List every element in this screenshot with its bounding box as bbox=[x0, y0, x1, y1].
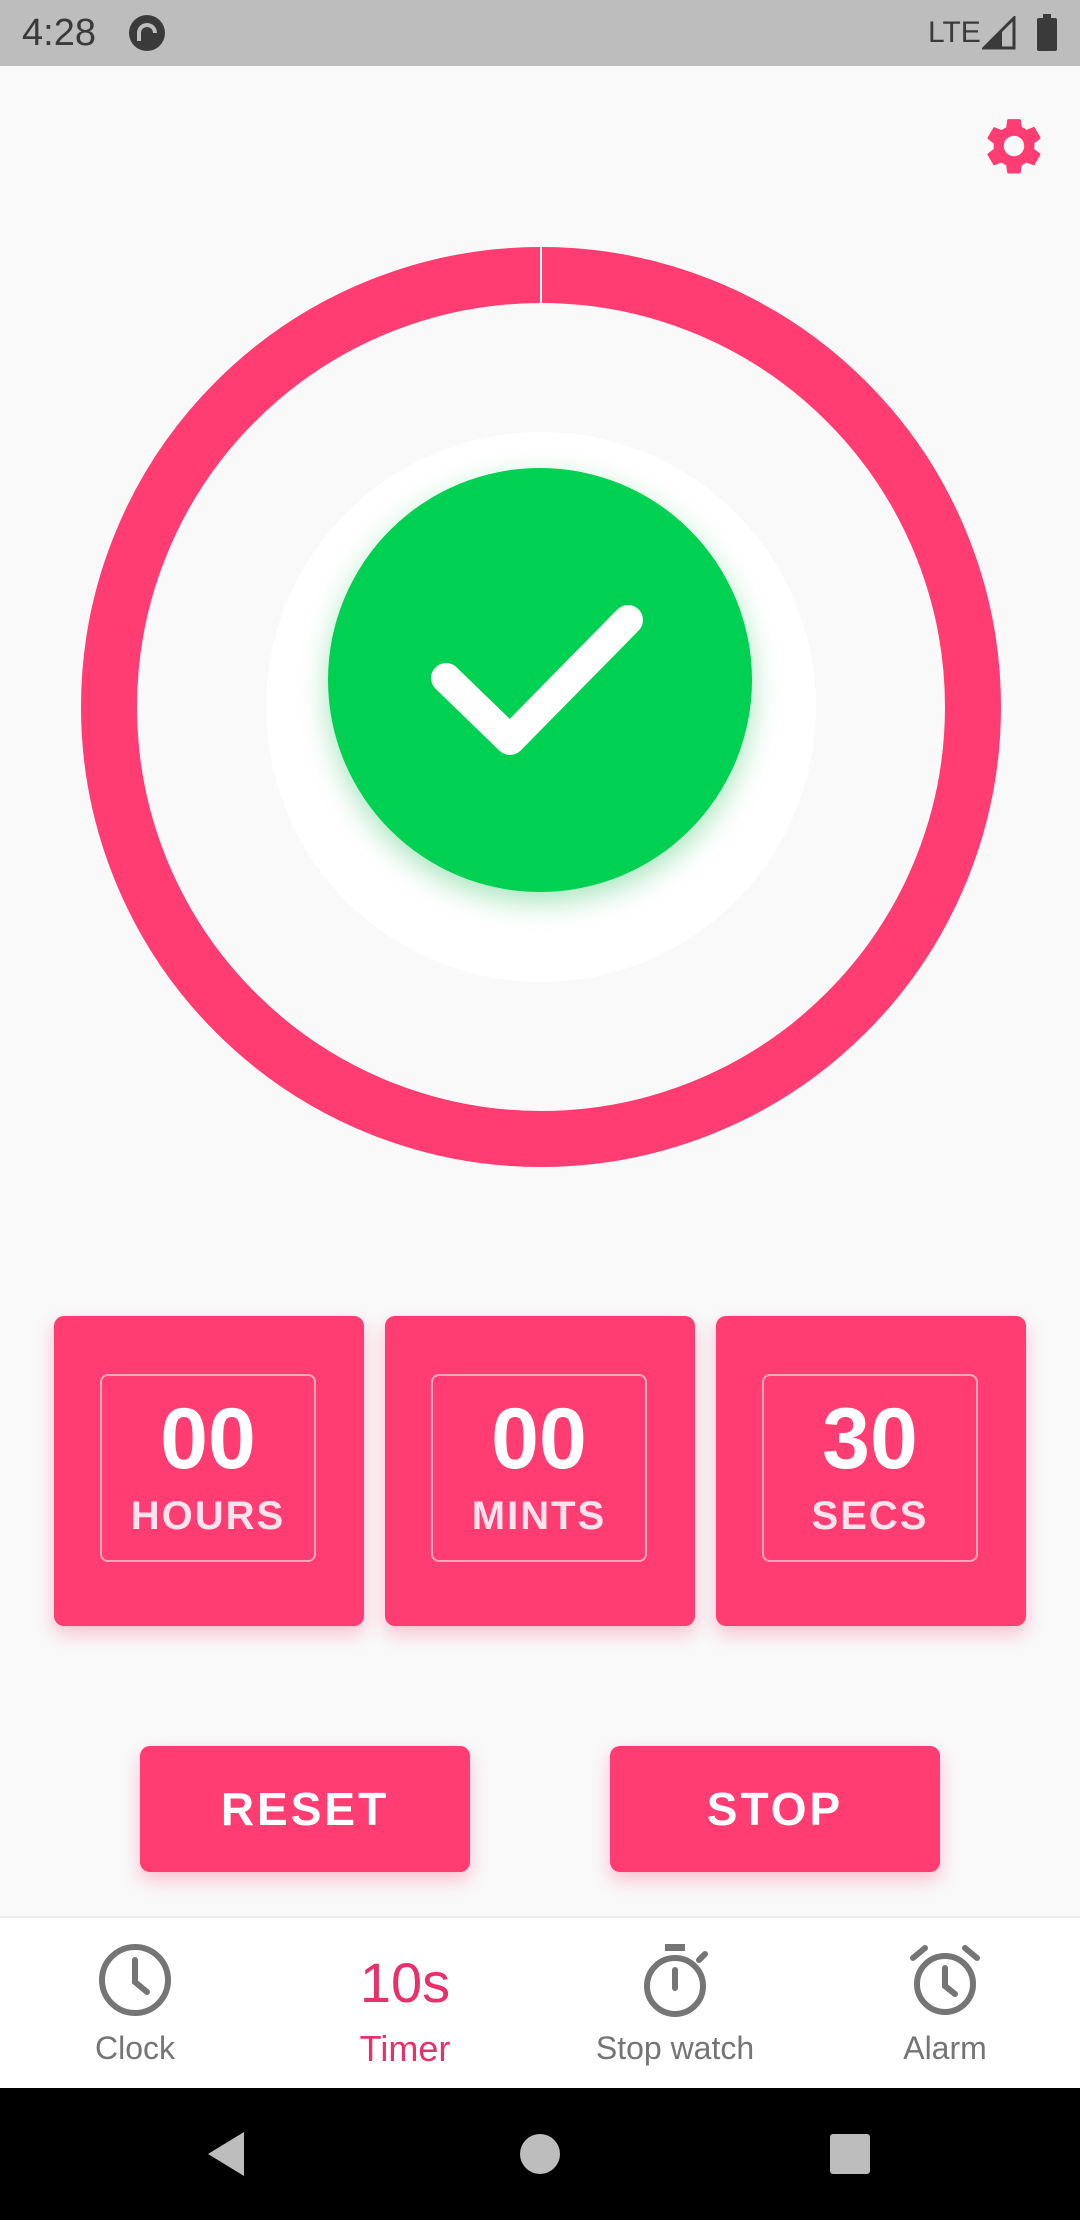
nav-item-stopwatch[interactable]: Stop watch bbox=[540, 1918, 810, 2090]
minutes-card: 00 MINTS bbox=[385, 1316, 695, 1626]
hours-label: HOURS bbox=[130, 1494, 286, 1538]
reset-button[interactable]: RESET bbox=[140, 1746, 470, 1872]
nav-item-timer[interactable]: 10s Timer bbox=[270, 1918, 540, 2090]
home-icon[interactable] bbox=[512, 2126, 568, 2182]
seconds-frame: 30 SECS bbox=[762, 1374, 978, 1562]
stop-button[interactable]: STOP bbox=[610, 1746, 940, 1872]
recents-icon[interactable] bbox=[822, 2126, 878, 2182]
stopwatch-icon bbox=[644, 1944, 708, 2017]
system-navigation-bar bbox=[0, 2088, 1080, 2220]
hours-frame: 00 HOURS bbox=[100, 1374, 316, 1562]
seconds-card: 30 SECS bbox=[716, 1316, 1026, 1626]
bottom-navigation: Clock 10s Timer Stop watch Alarm bbox=[0, 1916, 1080, 2090]
hours-card: 00 HOURS bbox=[54, 1316, 364, 1626]
nav-label-alarm: Alarm bbox=[903, 2030, 987, 2066]
minutes-label: MINTS bbox=[471, 1494, 607, 1538]
gear-icon bbox=[987, 119, 1041, 174]
battery-icon bbox=[1037, 14, 1057, 51]
check-icon bbox=[431, 605, 643, 755]
settings-button[interactable] bbox=[980, 112, 1048, 180]
minutes-frame: 00 MINTS bbox=[431, 1374, 647, 1562]
seconds-value: 30 bbox=[822, 1391, 918, 1487]
alarm-icon bbox=[910, 1945, 980, 2015]
nav-label-stopwatch: Stop watch bbox=[595, 2030, 755, 2066]
pocket-casts-icon bbox=[129, 15, 165, 51]
minutes-value: 00 bbox=[491, 1391, 587, 1487]
nav-timer-value: 10s bbox=[359, 1951, 451, 2014]
complete-button[interactable] bbox=[328, 468, 752, 892]
nav-item-clock[interactable]: Clock bbox=[0, 1918, 270, 2090]
clock-icon bbox=[99, 1944, 171, 2016]
hours-value: 00 bbox=[160, 1391, 256, 1487]
status-time: 4:28 bbox=[22, 12, 96, 54]
back-icon[interactable] bbox=[200, 2126, 256, 2182]
seconds-label: SECS bbox=[811, 1494, 929, 1538]
network-type: LTE bbox=[928, 16, 981, 49]
nav-label-timer: Timer bbox=[359, 2028, 451, 2069]
signal-icon bbox=[982, 16, 1016, 50]
status-bar: 4:28 LTE bbox=[0, 0, 1080, 66]
nav-label-clock: Clock bbox=[94, 2030, 175, 2066]
nav-item-alarm[interactable]: Alarm bbox=[810, 1918, 1080, 2090]
